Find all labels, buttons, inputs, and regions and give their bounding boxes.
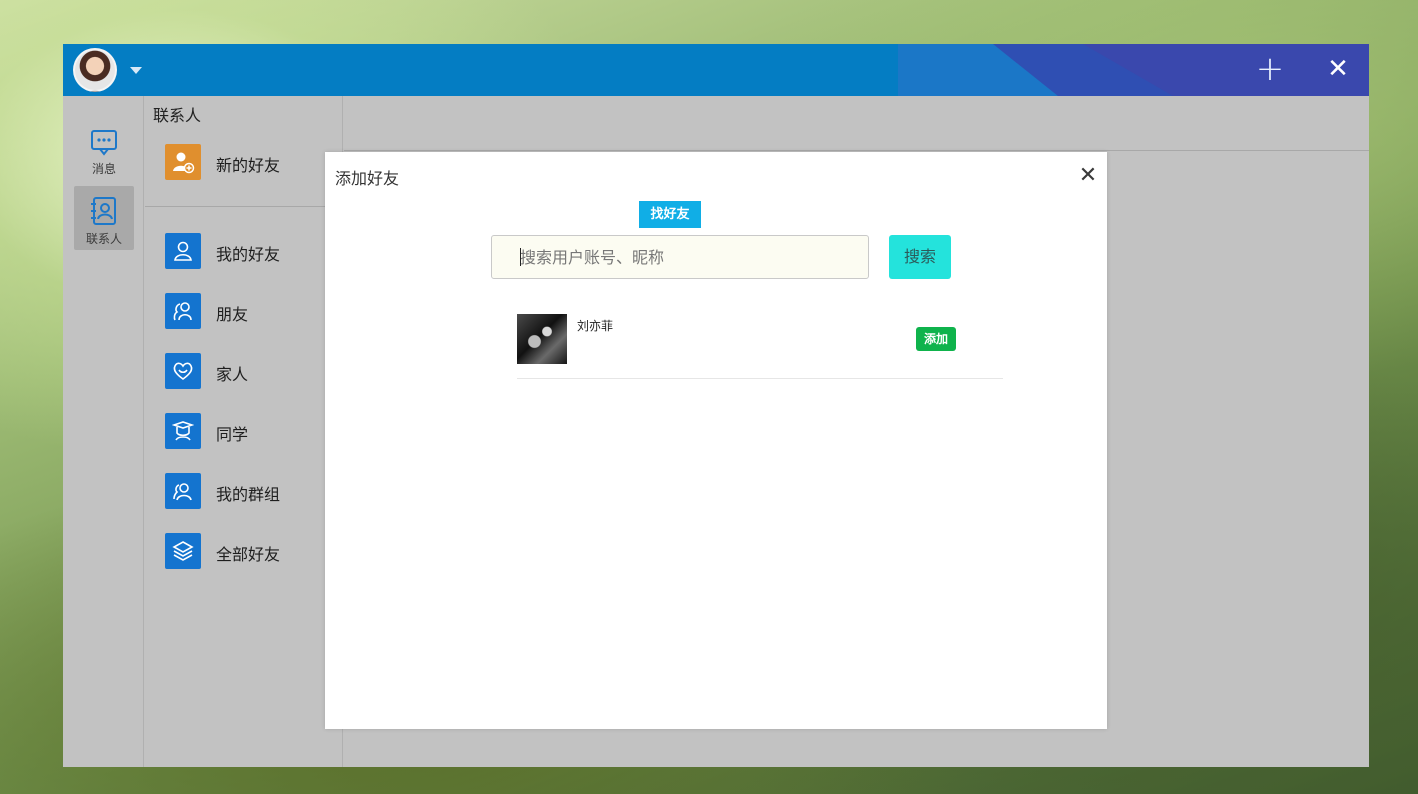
divider [145, 206, 343, 207]
contact-item-label: 我的好友 [216, 245, 281, 264]
graduation-icon [165, 413, 201, 449]
user-icon [165, 233, 201, 269]
result-name: 刘亦菲 [577, 319, 614, 333]
contact-item-label: 同学 [216, 425, 249, 444]
chevron-down-icon[interactable] [130, 67, 142, 74]
contact-item-all-friends[interactable]: 全部好友 [165, 533, 335, 569]
search-input[interactable] [491, 235, 869, 279]
message-icon [91, 130, 117, 156]
nav-item-contacts[interactable]: 联系人 [74, 186, 134, 250]
dialog-title: 添加好友 [335, 169, 400, 188]
nav-label: 联系人 [85, 232, 122, 246]
search-button[interactable]: 搜索 [889, 235, 951, 279]
layers-icon [165, 533, 201, 569]
contact-item-friends[interactable]: 朋友 [165, 293, 335, 329]
close-dialog-button[interactable]: ✕ [1075, 163, 1101, 189]
avatar [517, 314, 567, 364]
panel-title: 联系人 [153, 106, 202, 125]
contact-item-label: 全部好友 [216, 545, 281, 564]
nav-label: 消息 [91, 162, 116, 176]
nav-rail: 消息 联系人 [63, 96, 144, 767]
contact-item-classmates[interactable]: 同学 [165, 413, 335, 449]
nav-item-messages[interactable]: 消息 [74, 118, 134, 182]
add-friend-button[interactable]: 添加 [916, 327, 956, 351]
contact-panel: 联系人 新的好友 我的好友 朋友 家人 同学 我的群组 全部好友 [145, 96, 343, 767]
contact-item-family[interactable]: 家人 [165, 353, 335, 389]
divider [344, 150, 1369, 151]
friends-icon [165, 293, 201, 329]
contact-item-my-friends[interactable]: 我的好友 [165, 233, 335, 269]
contact-item-label: 我的群组 [216, 485, 281, 504]
group-icon [165, 473, 201, 509]
close-window-button[interactable]: ✕ [1321, 54, 1355, 86]
heart-icon [165, 353, 201, 389]
contact-item-label: 家人 [216, 365, 249, 384]
add-friend-dialog: 添加好友 ✕ 找好友 搜索 刘亦菲 添加 [325, 152, 1107, 729]
contacts-icon [91, 197, 116, 225]
contact-item-new-friends[interactable]: 新的好友 [165, 144, 335, 180]
contact-item-label: 朋友 [216, 305, 249, 324]
titlebar: + ✕ [63, 44, 1369, 96]
text-cursor [520, 248, 521, 266]
contact-item-my-groups[interactable]: 我的群组 [165, 473, 335, 509]
avatar[interactable] [73, 48, 117, 92]
add-button[interactable]: + [1251, 52, 1289, 86]
tab-find-friends[interactable]: 找好友 [639, 201, 701, 228]
contact-item-label: 新的好友 [216, 156, 281, 175]
list-item: 刘亦菲 添加 [517, 314, 1003, 379]
add-user-icon [165, 144, 201, 180]
